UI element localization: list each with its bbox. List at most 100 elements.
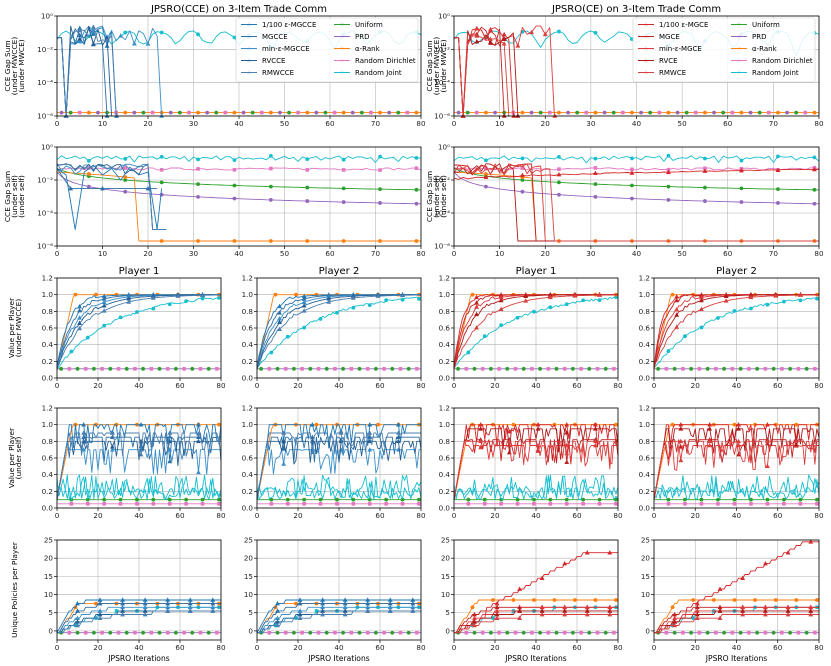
- data-point: [670, 292, 675, 297]
- data-point: [666, 349, 671, 353]
- x-tick-label: 30: [586, 119, 596, 128]
- data-point-uniform: [521, 366, 526, 371]
- x-tick-label: 80: [416, 249, 426, 258]
- data-point: [367, 502, 372, 506]
- data-point: [666, 497, 671, 502]
- x-tick-label: 70: [371, 119, 381, 128]
- y-tick-label: 10: [441, 590, 451, 599]
- data-point: [69, 349, 74, 354]
- data-point-random-dirichlet: [316, 367, 321, 371]
- data-point-prd: [278, 110, 282, 115]
- data-point: [341, 239, 346, 243]
- x-axis-label: JPSRO Iterations: [307, 654, 370, 663]
- y-tick-label: 0.4: [42, 340, 54, 349]
- data-point: [532, 309, 536, 314]
- y-tick-label: 0.0: [42, 374, 54, 383]
- data-point-random-dirichlet: [333, 630, 337, 635]
- data-point: [118, 315, 123, 320]
- x-tick-label: 40: [732, 643, 742, 652]
- y-tick-label: 0.0: [242, 374, 254, 383]
- data-point-random-dirichlet: [697, 630, 702, 635]
- x-tick-label: 50: [280, 119, 290, 128]
- data-point: [749, 497, 753, 502]
- data-point-prd: [241, 110, 246, 115]
- x-tick-label: 10: [495, 249, 505, 258]
- data-point: [417, 497, 421, 502]
- y-tick-label: 10: [244, 590, 254, 599]
- x-tick-label: 10: [98, 119, 108, 128]
- data-point: [200, 497, 205, 502]
- data-point: [196, 167, 200, 171]
- legend-entry: 1/100 ε-MGCCE: [262, 21, 316, 29]
- data-point-prd: [493, 110, 497, 115]
- legend-entry: PRD: [355, 33, 369, 41]
- y-tick-label: 0.4: [439, 470, 451, 479]
- data-point: [732, 497, 737, 502]
- x-tick-label: 20: [490, 643, 500, 652]
- data-point: [593, 156, 598, 161]
- y-tick-label: 0: [48, 626, 53, 635]
- data-point: [135, 497, 139, 502]
- legend-entry: RMWCE: [659, 69, 686, 77]
- x-tick-label: 80: [613, 643, 623, 652]
- data-point-prd: [785, 110, 789, 115]
- data-point: [716, 502, 720, 506]
- data-point: [532, 502, 536, 506]
- data-point-random-dirichlet: [116, 367, 121, 371]
- data-point: [232, 239, 237, 243]
- data-point: [683, 334, 687, 339]
- data-point-random-dirichlet: [464, 367, 469, 371]
- data-point: [102, 497, 107, 502]
- x-tick-label: 0: [452, 511, 457, 520]
- data-point: [491, 598, 495, 602]
- data-point: [557, 180, 561, 185]
- data-point-uniform: [406, 630, 411, 635]
- data-point-uniform: [456, 366, 460, 371]
- data-point: [691, 598, 696, 602]
- data-point-uniform: [324, 630, 329, 635]
- data-point-random-dirichlet: [530, 630, 534, 635]
- data-point-random-dirichlet: [475, 110, 479, 115]
- x-tick-label: 0: [452, 119, 457, 128]
- data-point: [159, 239, 164, 243]
- data-point-random-dirichlet: [657, 110, 662, 115]
- data-point-random-dirichlet: [595, 367, 600, 371]
- x-tick-label: 60: [572, 511, 582, 520]
- x-tick-label: 40: [732, 381, 742, 390]
- data-point-random-dirichlet: [398, 630, 403, 635]
- data-point: [666, 502, 671, 506]
- data-point: [184, 502, 188, 506]
- y-tick-label: 0.4: [639, 340, 651, 349]
- data-point-random-dirichlet: [83, 367, 88, 371]
- data-point: [151, 502, 156, 506]
- x-tick-label: 70: [769, 249, 779, 258]
- data-point-uniform: [390, 366, 395, 371]
- y-tick-label: 0.4: [242, 470, 254, 479]
- data-point: [378, 154, 382, 159]
- x-tick-label: 20: [93, 381, 103, 390]
- data-point-uniform: [396, 110, 401, 115]
- data-point-uniform: [250, 110, 255, 115]
- data-point: [217, 502, 221, 506]
- x-tick-label: 60: [723, 119, 733, 128]
- data-point: [581, 502, 585, 506]
- data-point-random-dirichlet: [796, 630, 801, 635]
- data-point: [305, 199, 310, 203]
- data-point-uniform: [705, 366, 710, 371]
- y-tick-label: 1.0: [242, 420, 254, 429]
- x-tick-label: 80: [416, 381, 426, 390]
- data-point-random-dirichlet: [621, 110, 625, 115]
- data-point: [232, 168, 237, 172]
- data-point-random-dirichlet: [415, 630, 419, 635]
- data-point: [341, 168, 346, 172]
- data-point-random-dirichlet: [182, 630, 186, 635]
- y-tick-label: 1.2: [242, 404, 253, 413]
- data-point-random-dirichlet: [548, 110, 552, 115]
- y-tick-label: 0.2: [42, 357, 53, 366]
- data-point-random-dirichlet: [333, 367, 337, 371]
- x-tick-label: 60: [375, 643, 385, 652]
- data-point: [739, 158, 744, 163]
- data-point-random-dirichlet: [681, 630, 685, 635]
- data-point: [630, 196, 634, 201]
- data-point-random-dirichlet: [546, 367, 551, 371]
